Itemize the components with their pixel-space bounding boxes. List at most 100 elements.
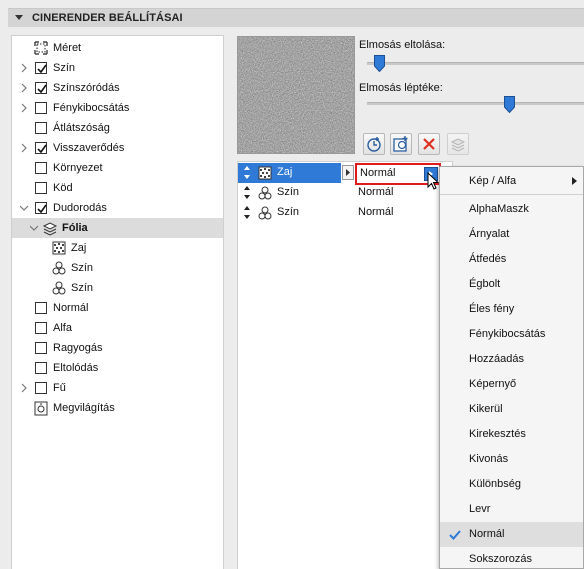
blur-scale-track[interactable] xyxy=(367,102,584,105)
reorder-arrows-icon[interactable] xyxy=(244,186,250,199)
blur-offset-track[interactable] xyxy=(367,62,584,65)
chevron-right-icon[interactable] xyxy=(20,63,28,73)
color-circles-icon xyxy=(257,185,273,201)
chevron-right-icon[interactable] xyxy=(20,83,28,93)
chevron-down-icon xyxy=(29,225,39,231)
tree-item[interactable]: Szín xyxy=(12,258,223,278)
layer-row[interactable]: Szín Normál xyxy=(238,183,452,203)
checkbox[interactable] xyxy=(35,382,47,394)
menu-item[interactable]: Kirekesztés xyxy=(440,422,583,447)
menu-item[interactable]: Különbség xyxy=(440,472,583,497)
blend-mode-value[interactable]: Normál xyxy=(358,206,393,218)
menu-item[interactable]: Képernyő xyxy=(440,372,583,397)
menu-item[interactable]: Fénykibocsátás xyxy=(440,322,583,347)
checkbox[interactable] xyxy=(35,82,47,94)
chevron-right-icon[interactable] xyxy=(20,143,28,153)
menu-item[interactable]: Árnyalat xyxy=(440,222,583,247)
tree-item[interactable]: Színszóródás xyxy=(12,78,223,98)
reorder-arrows-icon[interactable] xyxy=(244,206,250,219)
layer-name-cell[interactable]: Szín xyxy=(238,183,341,203)
tree-item[interactable]: Szín xyxy=(12,58,223,78)
checkbox[interactable] xyxy=(35,342,47,354)
chevron-right-icon[interactable] xyxy=(20,383,28,393)
chevron-right-icon xyxy=(21,143,27,153)
chevron-down-icon[interactable] xyxy=(19,203,29,213)
checkbox[interactable] xyxy=(35,142,47,154)
reorder-arrows-icon xyxy=(244,166,250,179)
tree-item[interactable]: Megvilágítás xyxy=(12,398,223,418)
menu-item[interactable]: Hozzáadás xyxy=(440,347,583,372)
layer-name-cell[interactable]: Zaj xyxy=(238,163,341,183)
tree-item[interactable]: Ragyogás xyxy=(12,338,223,358)
tree-item[interactable]: Környezet xyxy=(12,158,223,178)
delete-layer-button[interactable] xyxy=(418,133,440,155)
menu-item[interactable]: AlphaMaszk xyxy=(440,197,583,222)
layer-row[interactable]: Szín Normál xyxy=(238,203,452,223)
chevron-right-icon[interactable] xyxy=(20,103,28,113)
add-layer-button[interactable] xyxy=(390,133,412,155)
layer-name-cell[interactable]: Szín xyxy=(238,203,341,223)
tree-item[interactable]: Alfa xyxy=(12,318,223,338)
layer-expand-button[interactable] xyxy=(342,165,354,180)
blur-scale-slider[interactable] xyxy=(503,96,515,114)
menu-item[interactable]: Égbolt xyxy=(440,272,583,297)
menu-item[interactable]: Kivonás xyxy=(440,447,583,472)
copy-layer-button[interactable] xyxy=(447,133,469,155)
color-circles-icon xyxy=(258,186,272,200)
checkmark-icon xyxy=(37,64,47,74)
tree-item[interactable]: Fólia xyxy=(12,218,223,238)
menu-item[interactable]: Átfedés xyxy=(440,247,583,272)
checkbox[interactable] xyxy=(35,302,47,314)
collapse-arrow-icon[interactable] xyxy=(15,15,23,20)
menu-item-label: Fénykibocsátás xyxy=(469,328,546,340)
tree-item[interactable]: Szín xyxy=(12,278,223,298)
menu-item[interactable]: Éles fény xyxy=(440,297,583,322)
tree-item-label: Alfa xyxy=(53,322,72,334)
tree-item[interactable]: Köd xyxy=(12,178,223,198)
blend-mode-value[interactable]: Normál xyxy=(358,186,393,198)
checkbox[interactable] xyxy=(35,162,47,174)
checkbox[interactable] xyxy=(35,202,47,214)
check-icon xyxy=(449,530,461,540)
menu-item-image-alpha[interactable]: Kép / Alfa xyxy=(440,169,583,194)
menu-item[interactable]: Normál xyxy=(440,522,583,547)
tree-item-label: Megvilágítás xyxy=(53,402,115,414)
tree-item-label: Dudorodás xyxy=(53,202,107,214)
checkbox[interactable] xyxy=(35,182,47,194)
channel-tree: Méret Szín Színszóródás Fénykibocsátás Átlát… xyxy=(11,35,224,569)
size-icon xyxy=(33,40,49,56)
tree-item[interactable]: Átlátszóság xyxy=(12,118,223,138)
tree-item[interactable]: Normál xyxy=(12,298,223,318)
blend-mode-menu: Kép / Alfa AlphaMaszk Árnyalat Átfedés Égbo… xyxy=(439,166,584,569)
tree-item[interactable]: Fénykibocsátás xyxy=(12,98,223,118)
tree-item-label: Szín xyxy=(53,62,76,74)
menu-item[interactable]: Kikerül xyxy=(440,397,583,422)
layers-icon xyxy=(42,220,58,236)
chevron-down-icon[interactable] xyxy=(29,223,39,233)
add-shader-button[interactable] xyxy=(363,133,385,155)
blur-offset-slider[interactable] xyxy=(373,55,385,73)
chevron-right-icon xyxy=(21,103,27,113)
tree-item[interactable]: Dudorodás xyxy=(12,198,223,218)
tree-item-label: Fénykibocsátás xyxy=(53,102,130,114)
tree-item[interactable]: Eltolódás xyxy=(12,358,223,378)
menu-item-label: Képernyő xyxy=(469,378,517,390)
section-header-bar[interactable]: CINERENDER BEÁLLÍTÁSAI xyxy=(8,8,584,27)
checkbox[interactable] xyxy=(35,362,47,374)
section-header: CINERENDER BEÁLLÍTÁSAI xyxy=(0,0,584,28)
reorder-arrows-icon xyxy=(244,206,250,219)
menu-item-label: Sokszorozás xyxy=(469,553,532,565)
checkbox[interactable] xyxy=(35,322,47,334)
reorder-arrows-icon[interactable] xyxy=(244,166,250,179)
tree-item[interactable]: Fű xyxy=(12,378,223,398)
checkbox[interactable] xyxy=(35,102,47,114)
checkbox[interactable] xyxy=(35,62,47,74)
checkbox[interactable] xyxy=(35,122,47,134)
tree-item[interactable]: Méret xyxy=(12,38,223,58)
menu-item[interactable]: Sokszorozás xyxy=(440,547,583,569)
noise-preview-image xyxy=(238,37,354,153)
tree-item[interactable]: Visszaverődés xyxy=(12,138,223,158)
menu-item[interactable]: Levr xyxy=(440,497,583,522)
layer-row[interactable]: Zaj Normál xyxy=(238,163,452,185)
tree-item[interactable]: Zaj xyxy=(12,238,223,258)
